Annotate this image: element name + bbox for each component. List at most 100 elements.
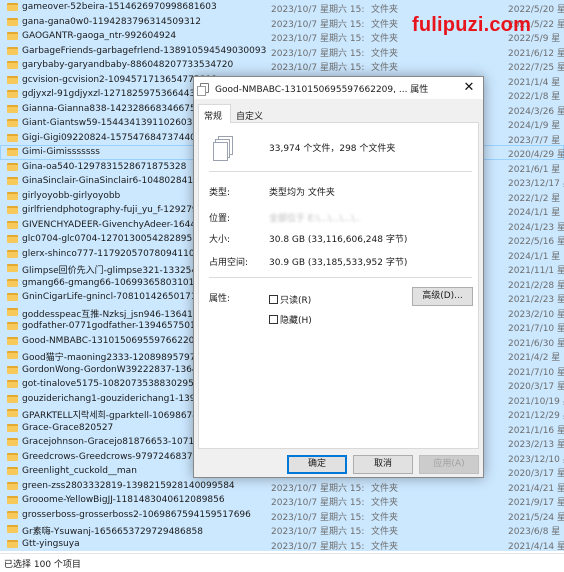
- file-date: 2023/10/7 星期六 15:...: [271, 527, 365, 537]
- folder-icon: [7, 249, 18, 258]
- folder-icon: [7, 293, 18, 301]
- checkbox-box[interactable]: [269, 295, 278, 304]
- file-created: 2021/2/23 星: [508, 295, 564, 305]
- file-name: green-zss2803332819-1398215928140099584: [22, 480, 235, 491]
- tab-general[interactable]: 常规: [198, 104, 231, 123]
- file-created: 2021/4/21 星: [508, 483, 564, 494]
- dialog-title: Good-NMBABC-1310150695597662209, ... 属性: [215, 85, 429, 95]
- file-created: 2024/1/23 星: [508, 222, 564, 233]
- advanced-button[interactable]: 高级(D)...: [412, 287, 473, 306]
- file-date: 2023/10/7 星期六 15:...: [271, 498, 365, 508]
- file-type: 文件夹: [371, 527, 399, 537]
- folder-icon: [7, 525, 18, 533]
- file-created: 2023/2/10 星: [508, 309, 564, 320]
- file-created: 2021/4/2 星: [508, 353, 561, 363]
- file-created: 2021/6/30 星: [508, 338, 564, 349]
- file-created: 2021/11/1 星: [508, 266, 564, 276]
- ok-button[interactable]: 确定: [287, 455, 347, 474]
- file-row[interactable]: gameover-52beira-1514626970998681603 2023…: [0, 0, 564, 15]
- file-row[interactable]: garybaby-garyandbaby-886048207733534720 2…: [0, 58, 564, 73]
- file-created: 2022/1/8 星: [508, 92, 561, 102]
- title-bar[interactable]: Good-NMBABC-1310150695597662209, ... 属性 …: [194, 77, 483, 99]
- folder-icon: [7, 481, 18, 490]
- folder-icon: [7, 322, 18, 330]
- file-created: 2021/5/24 星: [508, 512, 564, 523]
- cancel-button[interactable]: 取消: [353, 455, 413, 474]
- folder-icon: [7, 235, 18, 243]
- folder-icon: [7, 104, 18, 113]
- folder-icon: [7, 496, 18, 504]
- folder-icon: [7, 467, 18, 475]
- file-created: 2021/9/17 星: [508, 498, 564, 508]
- file-created: 2023/2/13 星: [508, 440, 564, 450]
- folder-icon: [7, 365, 18, 374]
- file-created: 2024/1/1 星: [508, 208, 561, 218]
- hidden-checkbox[interactable]: 隐藏(H): [269, 313, 312, 326]
- file-row[interactable]: grosserboss-grosserboss2-106986759415951…: [0, 507, 564, 523]
- general-panel: 33,974 个文件，298 个文件夹 类型: 类型均为 文件夹 位置: 全部位…: [198, 122, 479, 449]
- file-created: 2021/12/29 星: [508, 411, 564, 421]
- location-label: 位置:: [209, 214, 231, 224]
- file-name: garybaby-garyandbaby-886048207733534720: [22, 60, 234, 70]
- file-created: 2023/12/10 星: [508, 454, 564, 465]
- file-created: 2024/1/9 星: [508, 121, 561, 131]
- apply-button[interactable]: 应用(A): [419, 455, 479, 474]
- file-row[interactable]: Gtt-yingsuya 2023/10/7 星期六 15:... 文件夹 2021/…: [0, 536, 564, 552]
- file-row[interactable]: GarbageFriends-garbagefrlend-13891059454…: [0, 43, 564, 59]
- folder-icon: [7, 264, 18, 272]
- folder-icon: [7, 133, 18, 142]
- folder-icon: [7, 177, 18, 185]
- folder-icon: [7, 307, 18, 316]
- file-created: 2020/3/17 星: [508, 469, 564, 479]
- file-created: 2022/1/2 星: [508, 193, 561, 204]
- readonly-checkbox[interactable]: 只读(R): [269, 293, 311, 306]
- folder-icon: [7, 394, 18, 403]
- file-name: Gtt-yingsuya: [22, 538, 80, 549]
- folder-icon: [7, 336, 18, 345]
- file-row[interactable]: Gr素嗨-Ysuwanj-1656653729729486858 2023/10/…: [0, 522, 564, 537]
- watermark: fulipuzi.com: [412, 14, 532, 36]
- location-value: 全部位于 E:\...\...\...\..: [269, 214, 361, 224]
- close-button[interactable]: ✕: [455, 77, 483, 99]
- file-date: 2023/10/7 星期六 15:...: [271, 34, 365, 44]
- type-value: 类型均为 文件夹: [269, 188, 335, 198]
- file-created: 2021/4/14 星: [508, 541, 564, 552]
- folder-icon: [7, 438, 18, 446]
- file-type: 文件夹: [371, 63, 399, 73]
- properties-dialog: Good-NMBABC-1310150695597662209, ... 属性 …: [193, 76, 484, 478]
- file-type: 文件夹: [371, 48, 399, 59]
- disk-size-value: 30.9 GB (33,185,533,952 字节): [269, 258, 408, 268]
- folder-icon: [7, 90, 18, 98]
- file-created: 2022/7/25 星: [508, 63, 564, 73]
- file-row[interactable]: green-zss2803332819-1398215928140099584 2…: [0, 478, 564, 494]
- file-created: 2021/2/28 星: [508, 280, 564, 291]
- hidden-label: 隐藏(H): [280, 316, 312, 326]
- folder-icon: [7, 191, 18, 200]
- file-row[interactable]: Grooome-YellowBigJJ-1181483040612089856 2…: [0, 493, 564, 508]
- file-date: 2023/10/7 星期六 15:...: [271, 48, 365, 59]
- file-created: 2023/7/7 星: [508, 135, 561, 146]
- file-created: 2023/6/8 星: [508, 527, 561, 537]
- file-created: 2021/1/4 星: [508, 77, 561, 88]
- file-created: 2020/3/17 星: [508, 382, 564, 392]
- folder-icon: [7, 61, 18, 69]
- divider: [209, 171, 472, 172]
- file-type: 文件夹: [371, 541, 399, 552]
- file-name: Gr素嗨-Ysuwanj-1656653729729486858: [22, 527, 203, 537]
- file-name: grosserboss-grosserboss2-106986759415951…: [22, 509, 251, 520]
- folder-icon: [7, 119, 18, 127]
- file-date: 2023/10/7 星期六 15:...: [271, 483, 365, 494]
- folder-icon: [7, 539, 18, 548]
- folder-icon: [7, 278, 18, 287]
- file-type: 文件夹: [371, 512, 399, 523]
- folder-icon: [7, 206, 18, 214]
- file-created: 2021/7/10 星: [508, 324, 564, 334]
- multiple-files-icon: [213, 136, 233, 161]
- tab-custom[interactable]: 自定义: [231, 106, 271, 123]
- folder-icon: [7, 220, 18, 229]
- checkbox-box[interactable]: [269, 315, 278, 324]
- folder-icon: [7, 423, 18, 432]
- file-date: 2023/10/7 星期六 15:...: [271, 19, 365, 30]
- folder-icon: [7, 380, 18, 388]
- type-label: 类型:: [209, 188, 231, 198]
